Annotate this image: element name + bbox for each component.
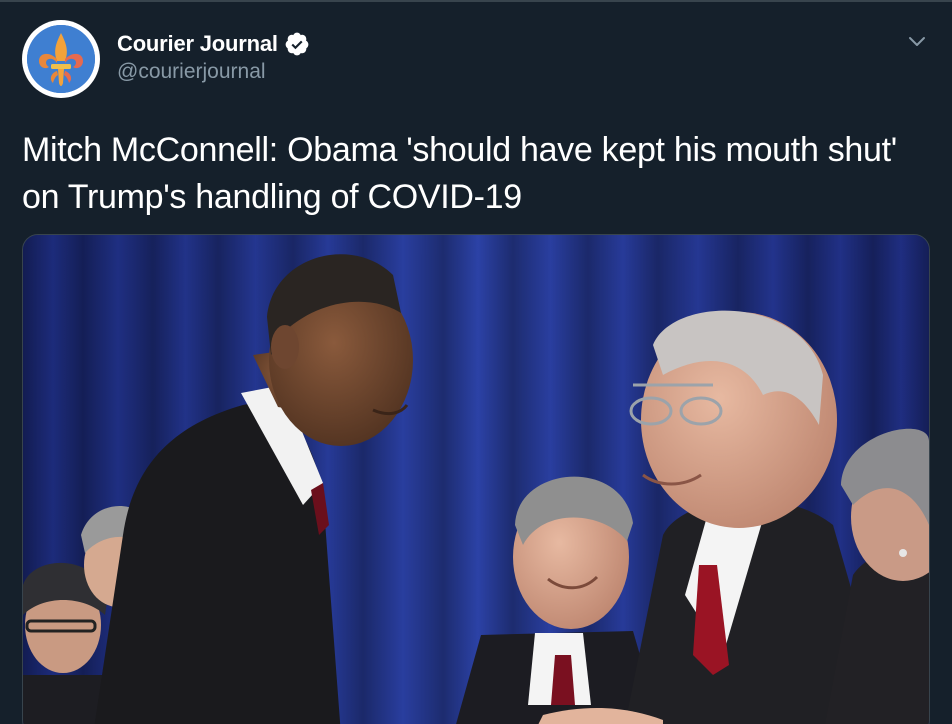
tweet-header: Courier Journal @courierjournal <box>117 30 310 84</box>
chevron-down-icon[interactable] <box>906 30 928 52</box>
tweet-text: Mitch McConnell: Obama 'should have kept… <box>22 131 897 216</box>
fleur-de-lis-logo-icon <box>27 25 95 93</box>
tweet-photo[interactable] <box>22 234 930 724</box>
photo-obama-mcconnell-handshake <box>23 235 929 724</box>
avatar[interactable] <box>22 20 100 98</box>
tweet[interactable]: Courier Journal @courierjournal Mitch Mc… <box>0 2 952 724</box>
name-row: Courier Journal <box>117 30 310 58</box>
account-handle[interactable]: @courierjournal <box>117 60 310 84</box>
display-name[interactable]: Courier Journal <box>117 31 278 57</box>
verified-badge-icon <box>284 31 310 57</box>
